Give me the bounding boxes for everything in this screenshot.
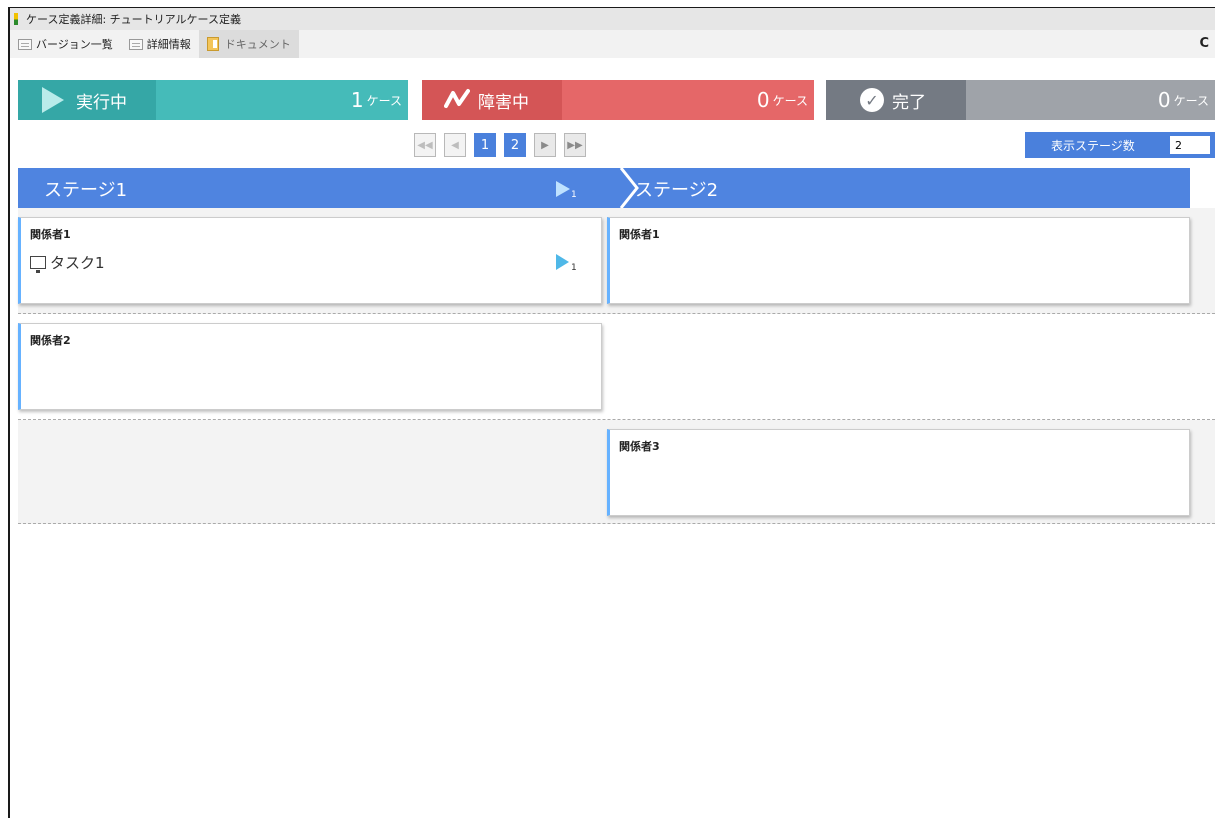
- page-2-button[interactable]: 2: [504, 133, 526, 157]
- actor-card[interactable]: 関係者2: [18, 323, 602, 410]
- actor-card[interactable]: 関係者1 タスク1 1: [18, 217, 602, 304]
- error-unit: ケース: [772, 93, 808, 108]
- actor-name: 関係者3: [619, 440, 660, 453]
- tab-label: ドキュメント: [224, 38, 291, 51]
- running-label: 実行中: [76, 92, 127, 113]
- error-label: 障害中: [478, 92, 529, 113]
- running-count: 1: [350, 88, 364, 112]
- actor-name: 関係者2: [30, 334, 71, 347]
- app-flag-icon: [14, 13, 18, 25]
- reload-icon[interactable]: C: [1199, 36, 1209, 51]
- play-icon: [42, 87, 64, 113]
- stage-count-label: 表示ステージ数: [1051, 138, 1135, 153]
- task-item[interactable]: タスク1: [30, 252, 105, 273]
- actor-card[interactable]: 関係者1: [607, 217, 1190, 304]
- actor-name: 関係者1: [30, 228, 71, 241]
- stage-count-control: 表示ステージ数: [1025, 132, 1215, 158]
- running-status-panel[interactable]: 実行中 1 ケース: [18, 80, 408, 120]
- completed-unit: ケース: [1173, 93, 1209, 108]
- completed-count: 0: [1157, 88, 1171, 112]
- stage-header: ステージ1 1 ステージ2: [18, 168, 1190, 208]
- tab-details[interactable]: 詳細情報: [121, 30, 199, 58]
- task-name: タスク1: [50, 254, 105, 272]
- stage-pager: ◀◀ ◀ 1 2 ▶ ▶▶: [414, 133, 586, 157]
- task-running-icon: [556, 254, 569, 270]
- tab-documents[interactable]: ドキュメント: [198, 30, 299, 58]
- completed-label: 完了: [892, 92, 926, 113]
- list-icon: [128, 38, 143, 50]
- swimlanes: 関係者1 タスク1 1 関係者1 関係者2 関係者3: [18, 208, 1215, 524]
- stage-1-title: ステージ1: [44, 180, 128, 201]
- tab-bar: バージョン一覧 詳細情報 ドキュメント: [10, 30, 1215, 58]
- page-1-button[interactable]: 1: [474, 133, 496, 157]
- stage-count-input[interactable]: [1169, 135, 1211, 155]
- completed-status-panel[interactable]: ✓ 完了 0 ケース: [826, 80, 1215, 120]
- check-icon: ✓: [860, 88, 884, 112]
- stage-running-icon: [556, 181, 570, 197]
- first-page-button[interactable]: ◀◀: [414, 133, 436, 157]
- actor-card[interactable]: 関係者3: [607, 429, 1190, 516]
- window-title: ケース定義詳細: チュートリアルケース定義: [26, 13, 241, 26]
- actor-name: 関係者1: [619, 228, 660, 241]
- last-page-button[interactable]: ▶▶: [564, 133, 586, 157]
- swimlane: 関係者1 タスク1 1 関係者1: [18, 208, 1215, 314]
- tab-version-list[interactable]: バージョン一覧: [10, 30, 121, 58]
- tab-label: 詳細情報: [146, 38, 191, 51]
- tab-label: バージョン一覧: [36, 38, 113, 51]
- window-frame-left: [8, 8, 10, 818]
- screen-task-icon: [30, 256, 46, 273]
- stage-1-running-count: 1: [571, 190, 577, 200]
- error-pulse-icon: [444, 89, 470, 108]
- document-icon: [206, 37, 219, 51]
- swimlane: 関係者3: [18, 420, 1215, 524]
- running-unit: ケース: [366, 93, 402, 108]
- title-bar: ケース定義詳細: チュートリアルケース定義: [10, 8, 1215, 30]
- error-count: 0: [756, 88, 770, 112]
- error-status-panel[interactable]: 障害中 0 ケース: [422, 80, 814, 120]
- swimlane: 関係者2: [18, 314, 1215, 420]
- next-page-button[interactable]: ▶: [534, 133, 556, 157]
- task-running-count: 1: [571, 263, 577, 273]
- stage-2-title: ステージ2: [635, 180, 719, 201]
- prev-page-button[interactable]: ◀: [444, 133, 466, 157]
- list-icon: [18, 38, 32, 50]
